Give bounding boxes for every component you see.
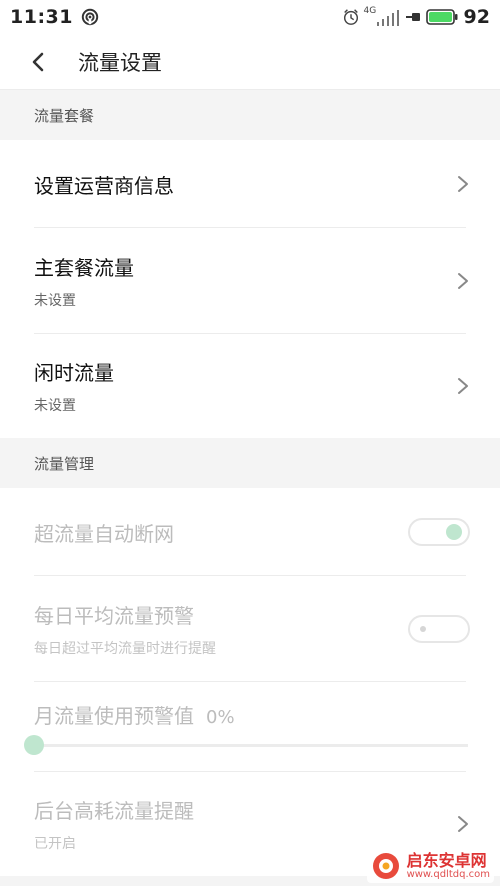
chevron-right-icon bbox=[458, 176, 468, 192]
battery-icon bbox=[425, 9, 458, 25]
threshold-label-line: 月流量使用预警值 0% bbox=[34, 700, 235, 729]
page-title: 流量设置 bbox=[78, 50, 162, 75]
daily-average-warning-toggle[interactable] bbox=[408, 615, 470, 643]
toggle-knob bbox=[446, 524, 462, 540]
threshold-slider-thumb[interactable] bbox=[24, 735, 44, 755]
row-sublabel: 未设置 bbox=[34, 398, 76, 414]
row-label: 后台高耗流量提醒 bbox=[34, 799, 194, 823]
row-main-plan-data[interactable]: 主套餐流量 未设置 bbox=[0, 228, 500, 334]
section-header-plan: 流量套餐 bbox=[0, 90, 500, 140]
status-bar: 11:31 4G 92 bbox=[0, 0, 500, 34]
auto-disconnect-toggle[interactable] bbox=[408, 518, 470, 546]
row-label: 主套餐流量 bbox=[34, 256, 134, 280]
title-bar: 流量设置 bbox=[0, 34, 500, 90]
battery-percent: 92 bbox=[463, 6, 490, 28]
watermark-title: 启东安卓网 bbox=[406, 850, 487, 870]
signal-icon bbox=[376, 10, 399, 26]
toggle-knob bbox=[420, 626, 426, 632]
section-header-management: 流量管理 bbox=[0, 438, 500, 488]
row-carrier-info[interactable]: 设置运营商信息 bbox=[0, 140, 500, 228]
row-label: 超流量自动断网 bbox=[34, 521, 174, 546]
chevron-right-icon bbox=[458, 378, 468, 394]
row-sublabel: 每日超过平均流量时进行提醒 bbox=[34, 641, 216, 657]
row-texts: 后台高耗流量提醒 已开启 bbox=[34, 795, 456, 853]
alarm-clock-icon bbox=[343, 9, 358, 25]
row-texts: 闲时流量 未设置 bbox=[34, 357, 456, 415]
row-texts: 超流量自动断网 bbox=[34, 518, 408, 547]
watermark: 启东安卓网 www.qdltdq.com bbox=[366, 849, 494, 883]
row-texts: 设置运营商信息 bbox=[34, 170, 456, 199]
row-label: 月流量使用预警值 bbox=[34, 704, 194, 728]
row-sublabel: 未设置 bbox=[34, 293, 76, 309]
row-label: 闲时流量 bbox=[34, 361, 114, 385]
threshold-slider-track[interactable] bbox=[24, 735, 468, 755]
signal-group: 4G bbox=[363, 6, 400, 26]
chevron-left-icon[interactable] bbox=[28, 51, 50, 73]
status-right: 4G 92 bbox=[342, 6, 490, 28]
row-texts: 每日平均流量预警 每日超过平均流量时进行提醒 bbox=[34, 600, 408, 658]
chevron-right-icon bbox=[458, 816, 468, 832]
flow-settings-screen: 11:31 4G 92 流量设置 流量套餐 设置运营商信息 主套餐流量 未设置 … bbox=[0, 0, 500, 889]
row-daily-average-warning[interactable]: 每日平均流量预警 每日超过平均流量时进行提醒 bbox=[0, 576, 500, 682]
row-texts: 主套餐流量 未设置 bbox=[34, 252, 456, 310]
network-type-label: 4G bbox=[363, 6, 377, 16]
charging-icon bbox=[405, 13, 420, 21]
status-left: 11:31 bbox=[10, 6, 99, 28]
watermark-logo-icon bbox=[372, 853, 399, 879]
row-label: 设置运营商信息 bbox=[34, 173, 174, 198]
row-label: 每日平均流量预警 bbox=[34, 604, 194, 628]
row-monthly-warning-threshold: 月流量使用预警值 0% bbox=[0, 682, 500, 772]
threshold-value: 0% bbox=[206, 707, 235, 728]
chevron-right-icon bbox=[458, 273, 468, 289]
row-auto-disconnect[interactable]: 超流量自动断网 bbox=[0, 488, 500, 576]
watermark-url: www.qdltdq.com bbox=[406, 869, 490, 881]
hotspot-icon bbox=[81, 8, 99, 26]
row-idle-data[interactable]: 闲时流量 未设置 bbox=[0, 334, 500, 438]
watermark-texts: 启东安卓网 www.qdltdq.com bbox=[407, 852, 490, 881]
status-time: 11:31 bbox=[10, 6, 73, 28]
